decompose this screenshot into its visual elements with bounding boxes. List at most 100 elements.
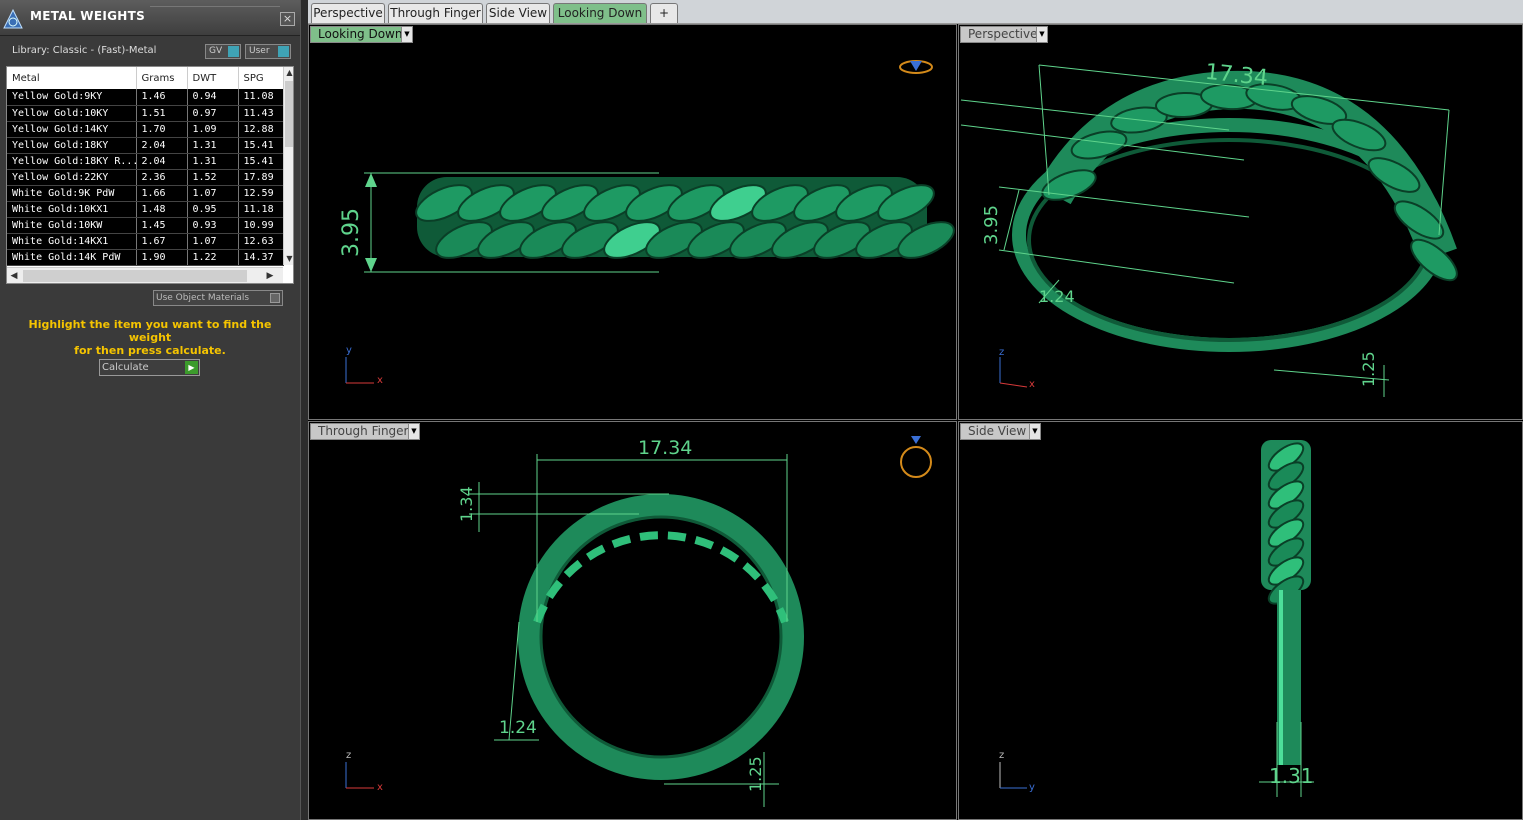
user-label: User	[249, 46, 270, 56]
table-cell[interactable]: Yellow Gold:18KY	[7, 137, 137, 154]
table-cell[interactable]: 17.89	[238, 169, 284, 186]
dropdown-arrow-icon[interactable]: ▼	[1029, 424, 1040, 439]
table-cell[interactable]: 12.63	[238, 233, 284, 250]
table-cell[interactable]: 0.97	[187, 105, 239, 122]
table-cell[interactable]: Yellow Gold:10KY	[7, 105, 137, 122]
table-row[interactable]: White Gold:14K PdW 1.90 1.22 14.37	[7, 249, 284, 266]
library-label: Library: Classic - (Fast)-Metal	[12, 45, 157, 56]
column-header[interactable]: Metal	[7, 67, 137, 89]
table-cell[interactable]: 1.22	[187, 249, 239, 266]
table-cell[interactable]: 1.46	[136, 89, 188, 106]
dropdown-arrow-icon[interactable]: ▼	[401, 27, 412, 42]
table-row[interactable]: Yellow Gold:22KY 2.36 1.52 17.89	[7, 169, 284, 186]
table-cell[interactable]: White Gold:14K PdW	[7, 249, 137, 266]
table-cell[interactable]: 2.04	[136, 137, 188, 154]
table-row[interactable]: White Gold:10KW 1.45 0.93 10.99	[7, 217, 284, 234]
gv-toggle[interactable]: GV	[205, 44, 241, 59]
horizontal-scrollbar[interactable]: ◀ ▶	[7, 267, 283, 283]
table-cell[interactable]: 15.41	[238, 137, 284, 154]
viewport-side-view[interactable]: Side View ▼ 1.31 z y	[958, 421, 1523, 820]
table-cell[interactable]: 11.18	[238, 201, 284, 218]
table-cell[interactable]: 2.04	[136, 153, 188, 170]
dropdown-arrow-icon[interactable]: ▼	[408, 424, 419, 439]
header-divider	[150, 6, 280, 7]
table-cell[interactable]: 1.09	[187, 121, 239, 138]
viewport-looking-down[interactable]: Looking Down ▼ 3.95 y x	[308, 24, 957, 420]
bottom-thickness-dimension: 1.25	[746, 756, 765, 792]
table-cell[interactable]: 0.95	[187, 201, 239, 218]
dropdown-arrow-icon[interactable]: ▼	[1036, 27, 1047, 42]
column-header[interactable]: Grams	[136, 67, 188, 89]
table-row[interactable]: Yellow Gold:18KY 2.04 1.31 15.41	[7, 137, 284, 154]
viewport-title: Through Finger	[318, 424, 409, 438]
table-row[interactable]: Yellow Gold:10KY 1.51 0.97 11.43	[7, 105, 284, 122]
table-cell[interactable]: 1.45	[136, 217, 188, 234]
table-cell[interactable]: 15.41	[238, 153, 284, 170]
table-cell[interactable]: 12.88	[238, 121, 284, 138]
table-cell[interactable]: White Gold:10KX1	[7, 201, 137, 218]
table-cell[interactable]: 11.43	[238, 105, 284, 122]
table-row[interactable]: Yellow Gold:9KY 1.46 0.94 11.08	[7, 89, 284, 106]
tab-looking-down[interactable]: Looking Down	[553, 3, 647, 23]
table-cell[interactable]: 1.48	[136, 201, 188, 218]
column-header[interactable]: SPG	[238, 67, 284, 89]
checkbox-box[interactable]	[270, 293, 280, 303]
panel-splitter[interactable]	[300, 0, 308, 820]
viewport-label[interactable]: Through Finger ▼	[310, 423, 420, 440]
scroll-right-icon[interactable]: ▶	[263, 268, 277, 283]
table-cell[interactable]: 14.37	[238, 249, 284, 266]
table-cell[interactable]: 1.70	[136, 121, 188, 138]
viewport-label[interactable]: Perspective ▼	[960, 26, 1048, 43]
table-cell[interactable]: 1.52	[187, 169, 239, 186]
vertical-scrollbar[interactable]: ▲ ▼	[283, 67, 293, 265]
scroll-thumb[interactable]	[285, 81, 293, 147]
table-cell[interactable]: 11.08	[238, 89, 284, 106]
tab-through-finger[interactable]: Through Finger	[388, 3, 483, 23]
table-cell[interactable]: Yellow Gold:18KY R...	[7, 153, 137, 170]
table-cell[interactable]: 1.31	[187, 153, 239, 170]
table-cell[interactable]: White Gold:14KX1	[7, 233, 137, 250]
table-cell[interactable]: 1.07	[187, 185, 239, 202]
use-object-materials-label: Use Object Materials	[156, 293, 250, 303]
scroll-up-icon[interactable]: ▲	[284, 67, 293, 79]
calculate-button[interactable]: Calculate ▶	[99, 359, 200, 376]
close-icon[interactable]: ×	[280, 12, 295, 26]
table-cell[interactable]: 1.31	[187, 137, 239, 154]
table-cell[interactable]: 10.99	[238, 217, 284, 234]
table-cell[interactable]: 0.94	[187, 89, 239, 106]
table-row[interactable]: Yellow Gold:18KY R... 2.04 1.31 15.41	[7, 153, 284, 170]
table-row[interactable]: White Gold:10KX1 1.48 0.95 11.18	[7, 201, 284, 218]
scroll-left-icon[interactable]: ◀	[7, 268, 21, 283]
scroll-down-icon[interactable]: ▼	[284, 253, 293, 265]
table-cell[interactable]: White Gold:10KW	[7, 217, 137, 234]
tab-side-view[interactable]: Side View	[486, 3, 550, 23]
scroll-thumb[interactable]	[23, 270, 247, 282]
table-header-row: Metal Grams DWT SPG	[7, 67, 284, 89]
table-row[interactable]: Yellow Gold:14KY 1.70 1.09 12.88	[7, 121, 284, 138]
table-cell[interactable]: Yellow Gold:14KY	[7, 121, 137, 138]
table-cell[interactable]: Yellow Gold:22KY	[7, 169, 137, 186]
use-object-materials-checkbox[interactable]: Use Object Materials	[153, 290, 283, 306]
column-header[interactable]: DWT	[187, 67, 239, 89]
table-cell[interactable]: 2.36	[136, 169, 188, 186]
table-cell[interactable]: White Gold:9K PdW	[7, 185, 137, 202]
viewport-label[interactable]: Looking Down ▼	[310, 26, 413, 43]
play-arrow-icon[interactable]: ▶	[185, 361, 198, 374]
table-cell[interactable]: 0.93	[187, 217, 239, 234]
table-cell[interactable]: 1.67	[136, 233, 188, 250]
table-cell[interactable]: 12.59	[238, 185, 284, 202]
viewport-perspective[interactable]: Perspective ▼ 17.34 3.95 1.24 1.25 z x	[958, 24, 1523, 420]
table-row[interactable]: White Gold:9K PdW 1.66 1.07 12.59	[7, 185, 284, 202]
table-cell[interactable]: 1.90	[136, 249, 188, 266]
table-cell[interactable]: 1.66	[136, 185, 188, 202]
gem-icon	[899, 60, 933, 74]
table-cell[interactable]: Yellow Gold:9KY	[7, 89, 137, 106]
tab-perspective[interactable]: Perspective	[311, 3, 385, 23]
table-cell[interactable]: 1.07	[187, 233, 239, 250]
table-cell[interactable]: 1.51	[136, 105, 188, 122]
table-row[interactable]: White Gold:14KX1 1.67 1.07 12.63	[7, 233, 284, 250]
viewport-label[interactable]: Side View ▼	[960, 423, 1041, 440]
viewport-through-finger[interactable]: Through Finger ▼ 17.34 1.34 1.24 1.25 z x	[308, 421, 957, 820]
add-tab-icon[interactable]: +	[650, 3, 678, 23]
user-toggle[interactable]: User	[245, 44, 291, 59]
